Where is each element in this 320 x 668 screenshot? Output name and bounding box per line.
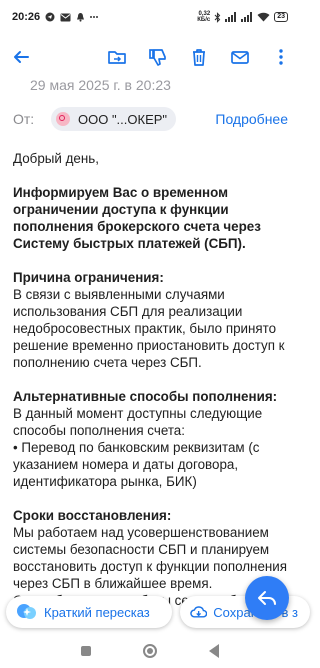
- bluetooth-icon: [214, 11, 221, 23]
- trash-icon: [193, 49, 205, 66]
- net-speed: 0,32 КБ/с: [197, 11, 210, 23]
- summary-button[interactable]: Краткий пересказ: [6, 596, 172, 628]
- sender-chip[interactable]: ООО "...ОКЕР": [51, 107, 177, 131]
- alternatives-section: Альтернативные способы пополнения: В дан…: [13, 388, 295, 490]
- sender-avatar-icon: [56, 112, 70, 126]
- terms-title: Сроки восстановления:: [13, 508, 172, 523]
- home-button[interactable]: [143, 644, 157, 658]
- more-menu-button[interactable]: [270, 46, 292, 68]
- email-toolbar: [0, 40, 300, 74]
- intro-text: Информируем Вас о временном ограничении …: [13, 185, 261, 251]
- more-dots-icon: [90, 16, 99, 18]
- battery-indicator: 23: [274, 12, 288, 22]
- mail-icon: [60, 13, 71, 21]
- reason-text: В связи с выявленными случаями использов…: [13, 287, 285, 370]
- signal-icon-1: [225, 12, 237, 22]
- thumbs-down-icon: [149, 49, 166, 66]
- status-time: 20:26: [12, 11, 41, 23]
- spam-button[interactable]: [147, 46, 169, 68]
- sender-row: От: ООО "...ОКЕР" Подробнее: [0, 104, 300, 132]
- status-left: 20:26: [12, 11, 99, 23]
- from-label: От:: [13, 111, 35, 127]
- arrow-left-icon: [14, 51, 29, 63]
- details-link[interactable]: Подробнее: [215, 111, 288, 127]
- reply-fab[interactable]: [245, 576, 289, 620]
- signal-icon-2: [241, 12, 253, 22]
- reason-section: Причина ограничения: В связи с выявленны…: [13, 269, 295, 371]
- alternatives-text: В данный момент доступны следующие спосо…: [13, 406, 263, 438]
- reason-title: Причина ограничения:: [13, 270, 164, 285]
- net-speed-unit: КБ/с: [197, 17, 211, 23]
- alternatives-item: • Перевод по банковским реквизитам (с ук…: [13, 440, 260, 489]
- cloud-download-icon: [190, 606, 208, 618]
- mark-unread-button[interactable]: [229, 46, 251, 68]
- recents-button[interactable]: [81, 646, 91, 656]
- back-button[interactable]: [10, 46, 32, 68]
- email-date: 29 мая 2025 г. в 20:23: [30, 77, 171, 93]
- reply-icon: [258, 591, 276, 605]
- system-back-button[interactable]: [209, 644, 219, 658]
- system-navigation-bar: [0, 634, 300, 668]
- more-vertical-icon: [279, 49, 283, 65]
- move-folder-button[interactable]: [106, 46, 128, 68]
- status-bar: 20:26 0,32 КБ/с 23: [0, 0, 300, 34]
- email-body: Добрый день, Информируем Вас о временном…: [13, 150, 295, 609]
- sender-name: ООО "...ОКЕР": [78, 111, 168, 127]
- status-right: 0,32 КБ/с 23: [197, 11, 288, 23]
- alternatives-title: Альтернативные способы пополнения:: [13, 389, 278, 404]
- folder-move-icon: [108, 51, 126, 64]
- toolbar-actions: [106, 46, 292, 68]
- envelope-icon: [231, 51, 249, 64]
- wifi-icon: [257, 12, 270, 22]
- sparkle-icon: [17, 604, 36, 619]
- notification-bell-icon: [77, 13, 85, 22]
- greeting-text: Добрый день,: [13, 151, 99, 166]
- delete-button[interactable]: [188, 46, 210, 68]
- messenger-icon: [45, 12, 55, 22]
- summary-label: Краткий пересказ: [44, 604, 150, 620]
